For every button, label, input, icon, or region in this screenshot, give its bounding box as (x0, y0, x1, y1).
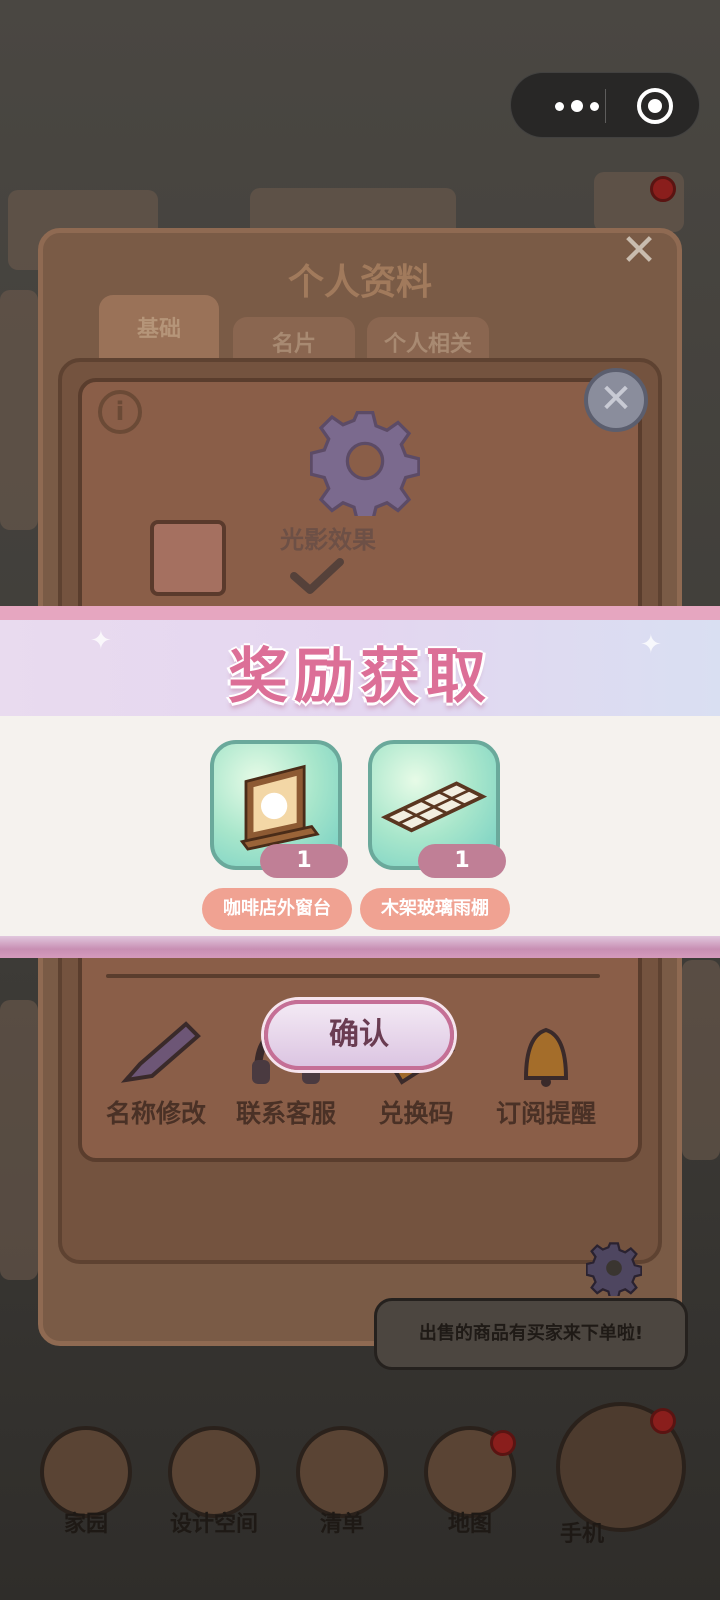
item-count: 1 (260, 844, 348, 878)
wechat-capsule (510, 72, 700, 138)
nav-home[interactable]: 家园 (36, 1426, 136, 1538)
confirm-button[interactable]: 确认 (264, 1000, 454, 1070)
subscribe-reminder-label: 订阅提醒 (495, 1099, 596, 1128)
scene-decoration (0, 1000, 38, 1280)
nav-design-space-label: 设计空间 (169, 1512, 258, 1537)
rename-button[interactable]: 名称修改 (86, 1016, 226, 1130)
notification-dot (490, 1430, 516, 1456)
gear-icon (310, 410, 420, 516)
scene-decoration (0, 290, 38, 530)
item-count: 1 (418, 844, 506, 878)
item-name: 咖啡店外窗台 (202, 888, 352, 930)
more-dots-icon[interactable] (547, 91, 607, 121)
nav-design-space[interactable]: 设计空间 (164, 1426, 264, 1538)
item-name: 木架玻璃雨棚 (360, 888, 510, 930)
rename-label: 名称修改 (105, 1099, 206, 1128)
target-circle-icon[interactable] (637, 88, 673, 124)
reward-header: ✦ ✦ 奖励获取 (0, 620, 720, 716)
capsule-divider (605, 89, 606, 123)
settings-close-icon[interactable]: ✕ (584, 368, 648, 432)
info-icon[interactable]: i (98, 390, 142, 434)
reward-title: 奖励获取 (228, 642, 492, 712)
reward-bottom-edge (0, 936, 720, 958)
notification-bubble[interactable]: 出售的商品有买家来下单啦! (374, 1298, 688, 1370)
contact-support-label: 联系客服 (235, 1099, 336, 1128)
subscribe-reminder-button[interactable]: 订阅提醒 (476, 1016, 616, 1130)
ruler-icon (168, 1426, 260, 1518)
bell-icon (523, 1027, 569, 1087)
profile-close-icon[interactable]: ✕ (617, 229, 661, 273)
scene-decoration (682, 960, 720, 1160)
pencil-icon (120, 1021, 201, 1083)
checkmark-icon[interactable] (288, 556, 346, 596)
notification-dot (650, 1408, 676, 1434)
reward-top-edge (0, 606, 720, 620)
reward-modal: ✦ ✦ 奖励获取 1 咖啡店外窗台 1 木架玻璃雨棚 (0, 606, 720, 958)
redeem-code-label: 兑换码 (378, 1099, 454, 1128)
nav-phone-label: 手机 (560, 1522, 605, 1547)
settings-gear-icon[interactable] (586, 1240, 642, 1296)
nav-map-label: 地图 (447, 1512, 492, 1537)
nav-list-label: 清单 (319, 1512, 364, 1537)
light-effect-label: 光影效果 (280, 526, 376, 554)
nav-home-label: 家园 (63, 1512, 108, 1537)
light-switch-icon (150, 520, 226, 596)
nav-list[interactable]: 清单 (292, 1426, 392, 1538)
list-icon (296, 1426, 388, 1518)
home-icon (40, 1426, 132, 1518)
notification-dot (650, 176, 676, 202)
settings-divider (106, 974, 600, 978)
